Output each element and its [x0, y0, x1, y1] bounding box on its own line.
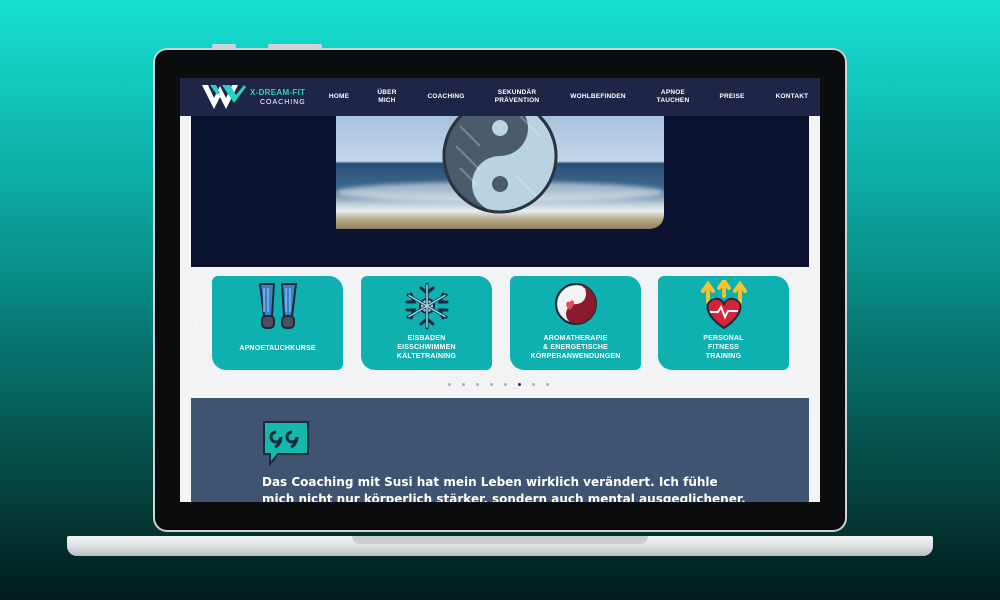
carousel-dot[interactable]: [462, 383, 465, 386]
yin-yang-heart-icon: [554, 283, 597, 325]
nav-item-preise[interactable]: PREISE: [716, 78, 748, 116]
testimonial-text: Das Coaching mit Susi hat mein Leben wir…: [262, 475, 746, 502]
nav-item-ueber-mich[interactable]: ÜBER MICH: [376, 78, 398, 116]
heart-arrows-icon: [700, 280, 747, 330]
carousel-dot[interactable]: [504, 383, 507, 386]
carousel-dot[interactable]: [518, 383, 521, 386]
top-navigation: X-DREAM-FIT COACHING HOME ÜBER MICH COAC…: [180, 78, 820, 116]
quote-bubble-icon: [263, 421, 309, 467]
nav-item-home[interactable]: HOME: [323, 78, 355, 116]
site-logo[interactable]: X-DREAM-FIT COACHING: [200, 81, 310, 113]
hero-image-sea: [336, 116, 664, 229]
nav-item-kontakt[interactable]: KONTAKT: [770, 78, 814, 116]
nav-item-sekundaer-praevention[interactable]: SEKUNDÄR PRÄVENTION: [490, 78, 544, 116]
card-label: PERSONAL FITNESS TRAINING: [703, 335, 744, 361]
carousel-pagination: [448, 383, 558, 389]
logo-brand-text: X-DREAM-FIT: [250, 88, 306, 97]
carousel-dot[interactable]: [476, 383, 479, 386]
hero-banner: [191, 116, 809, 267]
carousel-next-arrow[interactable]: ›: [801, 316, 804, 327]
service-card-apnoetauchkurse[interactable]: APNOETAUCHKURSE: [212, 276, 343, 370]
yin-yang-icon: [442, 116, 558, 214]
carousel-dot[interactable]: [532, 383, 535, 386]
card-label: AROMATHERAPIE & ENERGETISCHE KÖRPERANWEN…: [530, 335, 621, 361]
service-card-eisbaden[interactable]: EISBADEN EISSCHWIMMEN KÄLTETRAINING: [361, 276, 492, 370]
nav-item-wohlbefinden[interactable]: WOHLBEFINDEN: [565, 78, 631, 116]
service-card-personal-fitness[interactable]: PERSONAL FITNESS TRAINING: [658, 276, 789, 370]
logo-sub-text: COACHING: [260, 99, 306, 106]
card-label: APNOETAUCHKURSE: [239, 345, 316, 352]
snowflake-icon: [405, 282, 448, 330]
carousel-dot[interactable]: [490, 383, 493, 386]
carousel-prev-arrow[interactable]: ‹: [194, 316, 197, 327]
service-card-aromatherapie[interactable]: AROMATHERAPIE & ENERGETISCHE KÖRPERANWEN…: [510, 276, 641, 370]
website-screen: X-DREAM-FIT COACHING HOME ÜBER MICH COAC…: [180, 78, 820, 502]
carousel-dot[interactable]: [546, 383, 549, 386]
nav-item-apnoe-tauchen[interactable]: APNOE TAUCHEN: [653, 78, 693, 116]
nav-item-coaching[interactable]: COACHING: [424, 78, 468, 116]
fins-icon: [258, 283, 297, 329]
carousel-dot[interactable]: [448, 383, 451, 386]
testimonial-section: Das Coaching mit Susi hat mein Leben wir…: [191, 398, 809, 502]
laptop-base: [67, 536, 933, 556]
logo-w-icon: [202, 85, 246, 109]
card-label: EISBADEN EISSCHWIMMEN KÄLTETRAINING: [396, 335, 457, 361]
